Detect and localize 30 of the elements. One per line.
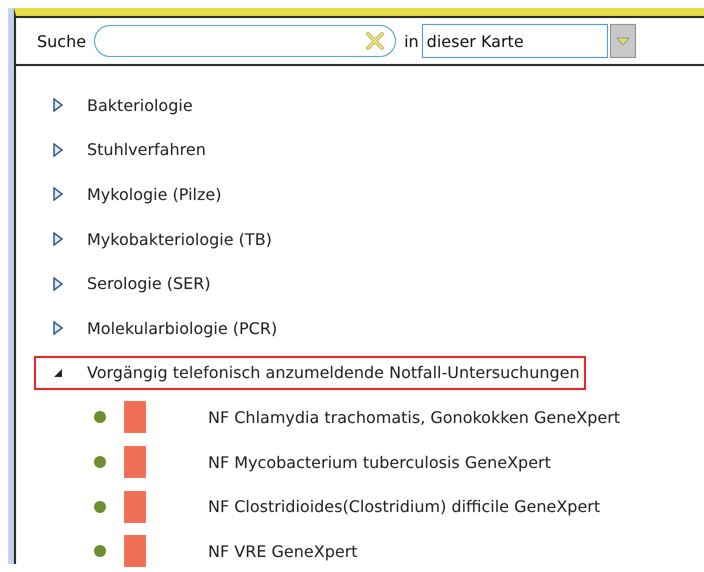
- scope-select[interactable]: dieser Karte: [422, 24, 608, 58]
- search-label: Suche: [37, 32, 86, 50]
- category-marker: [124, 535, 146, 568]
- tree-item[interactable]: Vorgängig telefonisch anzumeldende Notfall-Untersuchungen: [34, 356, 586, 390]
- scope-label: in: [404, 32, 419, 50]
- expand-icon[interactable]: [51, 276, 65, 291]
- category-marker: [124, 446, 146, 478]
- tree-item[interactable]: Bakteriologie: [34, 88, 199, 122]
- expand-icon[interactable]: [51, 232, 65, 246]
- status-dot: [94, 500, 106, 513]
- tree-item[interactable]: Mykobakteriologie (TB): [34, 222, 278, 256]
- tree-item[interactable]: Serologie (SER): [34, 266, 217, 301]
- expand-icon[interactable]: [51, 98, 65, 112]
- category-marker: [124, 401, 146, 434]
- caret-icon: [616, 36, 630, 46]
- search-field[interactable]: [94, 25, 396, 57]
- tree-leaf[interactable]: NF Mycobacterium tuberculosis GeneXpert: [208, 452, 551, 472]
- tree-leaf[interactable]: NF VRE GeneXpert: [208, 542, 358, 561]
- expand-icon[interactable]: [51, 187, 65, 202]
- tree-item[interactable]: Stuhlverfahren: [34, 132, 212, 167]
- tree-item[interactable]: Molekularbiologie (PCR): [34, 311, 284, 346]
- status-dot: [94, 456, 106, 468]
- status-dot: [94, 545, 106, 558]
- category-marker: [124, 490, 146, 523]
- tree-item[interactable]: Mykologie (Pilze): [34, 177, 228, 212]
- expand-icon[interactable]: [51, 142, 65, 157]
- tree-leaf[interactable]: NF Chlamydia trachomatis, Gonokokken GeneXpert: [208, 408, 620, 427]
- status-dot: [94, 411, 106, 424]
- tree-leaf[interactable]: NF Clostridioides(Clostridium) difficile GeneXpert: [208, 497, 600, 516]
- expand-icon[interactable]: [51, 321, 65, 336]
